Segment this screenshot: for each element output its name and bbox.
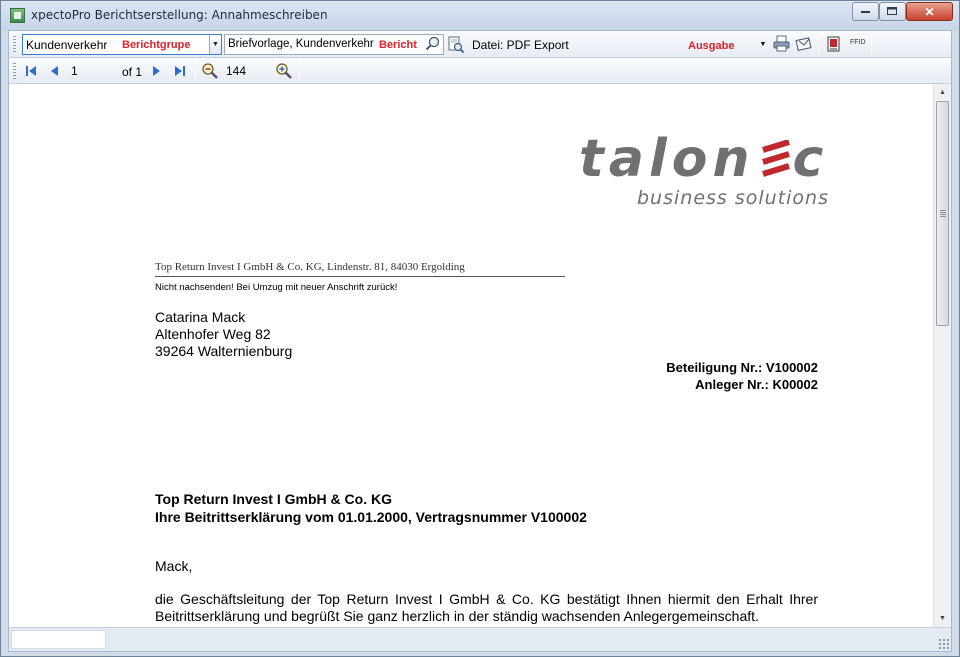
report-tag: Bericht	[379, 39, 417, 51]
next-page-icon[interactable]	[148, 63, 164, 79]
close-icon: ✕	[924, 4, 935, 19]
report-viewer[interactable]: talon c business solutions Top Return Inv…	[9, 84, 951, 627]
logo-wordmark: talon c	[579, 129, 828, 189]
output-label[interactable]: Datei: PDF Export	[472, 38, 569, 52]
maximize-button[interactable]	[879, 2, 906, 21]
search-icon[interactable]	[425, 36, 441, 52]
logo-text: talon	[579, 129, 755, 189]
scrollbar-thumb[interactable]	[936, 101, 949, 326]
navigation-toolbar: 1 of 1 144	[9, 58, 951, 84]
participation-number: Beteiligung Nr.: V100002	[666, 360, 818, 375]
previous-page-icon[interactable]	[47, 63, 63, 79]
minimize-icon	[860, 10, 870, 13]
vertical-scrollbar[interactable]: ▲ ▼	[933, 84, 951, 627]
report-combo[interactable]: Briefvorlage, Kundenverkehr Bericht	[224, 34, 444, 55]
subject-line: Ihre Beitrittserklärung vom 01.01.2000, …	[155, 509, 587, 525]
title-bar[interactable]: xpectoPro Berichtserstellung: Annahmesch…	[1, 1, 959, 30]
ffid-button[interactable]: FFID	[850, 39, 866, 46]
scroll-down-icon[interactable]: ▼	[934, 610, 951, 627]
resize-grip-icon[interactable]	[938, 638, 949, 649]
postal-notice: Nicht nachsenden! Bei Umzug mit neuer An…	[155, 282, 398, 293]
logo-emblem-icon	[761, 139, 790, 177]
client-area: Kundenverkehr Berichtgrupe ▼ Briefvorlag…	[8, 30, 952, 652]
report-group-combo[interactable]: Kundenverkehr Berichtgrupe ▼	[22, 34, 222, 55]
last-page-icon[interactable]	[172, 63, 188, 79]
zoom-input[interactable]: 144	[222, 61, 272, 81]
maximize-icon	[887, 7, 897, 15]
sender-address-line: Top Return Invest I GmbH & Co. KG, Linde…	[155, 261, 465, 273]
status-panel	[11, 630, 106, 649]
app-window: xpectoPro Berichtserstellung: Annahmesch…	[0, 0, 960, 657]
recipient-street: Altenhofer Weg 82	[155, 326, 271, 342]
status-bar	[9, 627, 951, 651]
investor-number: Anleger Nr.: K00002	[695, 377, 818, 392]
output-tag: Ausgabe	[688, 40, 735, 52]
zoom-out-icon[interactable]	[201, 62, 219, 80]
report-group-tag: Berichtgrupe	[122, 39, 191, 51]
body-paragraph: die Geschäftsleitung der Top Return Inve…	[155, 591, 818, 624]
toolbar-separator	[195, 62, 196, 80]
salutation: Mack,	[155, 558, 193, 574]
thumb-grip-icon	[940, 210, 946, 217]
report-toolbar: Kundenverkehr Berichtgrupe ▼ Briefvorlag…	[9, 31, 951, 58]
recipient-name: Catarina Mack	[155, 309, 246, 325]
window-title: xpectoPro Berichtserstellung: Annahmesch…	[31, 8, 328, 22]
close-button[interactable]: ✕	[906, 2, 953, 21]
app-icon	[10, 8, 25, 23]
dropdown-arrow-icon[interactable]: ▼	[209, 35, 221, 54]
print-icon[interactable]	[773, 35, 791, 53]
sender-divider	[155, 276, 565, 277]
logo-tagline: business solutions	[637, 187, 829, 209]
toolbar-separator	[818, 36, 819, 54]
logo-text-end: c	[792, 129, 829, 189]
minimize-button[interactable]	[852, 2, 879, 21]
export-icon[interactable]	[795, 35, 813, 53]
document-settings-icon[interactable]	[825, 35, 843, 53]
toolbar-grip[interactable]	[13, 63, 16, 79]
current-page-input[interactable]: 1	[67, 61, 119, 81]
toolbar-separator	[299, 62, 300, 80]
page-total: of 1	[122, 65, 143, 79]
report-value: Briefvorlage, Kundenverkehr	[228, 38, 374, 50]
preview-icon[interactable]	[447, 36, 465, 54]
zoom-in-icon[interactable]	[275, 62, 293, 80]
report-group-value: Kundenverkehr	[26, 38, 108, 52]
scroll-up-icon[interactable]: ▲	[934, 84, 951, 101]
output-dropdown-icon[interactable]: ▼	[759, 40, 767, 48]
first-page-icon[interactable]	[23, 63, 39, 79]
letter-page: talon c business solutions Top Return Inv…	[9, 84, 933, 627]
toolbar-separator	[871, 36, 872, 54]
toolbar-grip[interactable]	[13, 36, 16, 52]
subject-company: Top Return Invest I GmbH & Co. KG	[155, 491, 392, 507]
recipient-city: 39264 Walternienburg	[155, 343, 293, 359]
